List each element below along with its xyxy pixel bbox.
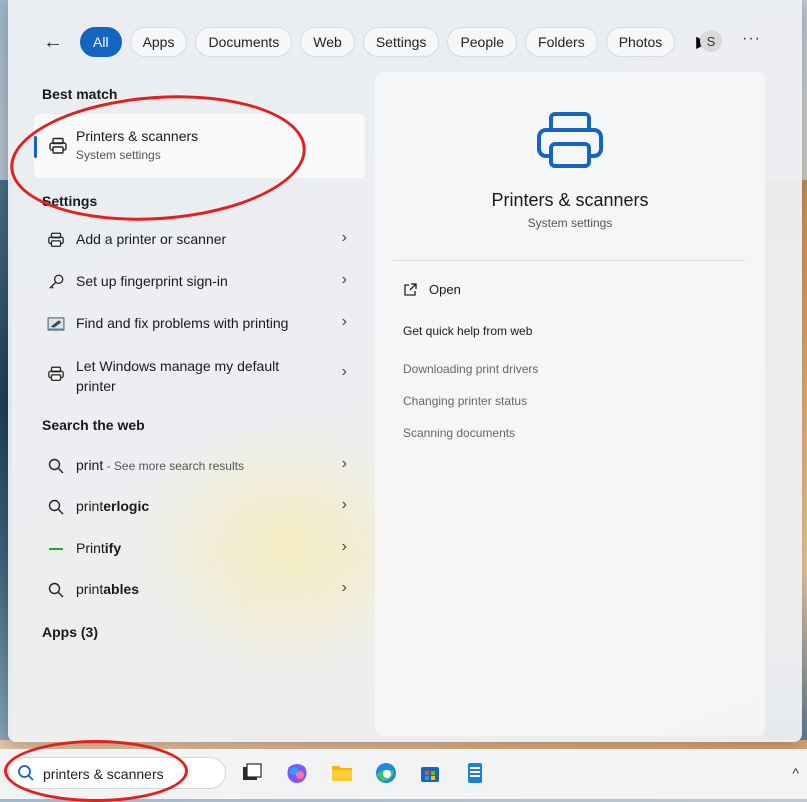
notepad-icon[interactable] bbox=[463, 761, 487, 785]
chevron-right-icon: › bbox=[341, 229, 347, 246]
filter-all[interactable]: All bbox=[80, 27, 122, 57]
show-hidden-icons-button[interactable]: ^ bbox=[792, 765, 799, 781]
web-result-print[interactable]: print - See more search results › bbox=[34, 446, 365, 486]
filter-photos[interactable]: Photos bbox=[605, 27, 676, 57]
printer-icon bbox=[47, 231, 65, 249]
settings-item-label: Set up fingerprint sign-in bbox=[76, 273, 228, 289]
settings-item-troubleshoot[interactable]: Find and fix problems with printing › bbox=[34, 304, 365, 344]
search-panel: ← All Apps Documents Web Settings People… bbox=[8, 0, 802, 742]
help-link[interactable]: Downloading print drivers bbox=[403, 362, 538, 376]
filter-folders[interactable]: Folders bbox=[525, 27, 598, 57]
web-result-label: Printify bbox=[76, 540, 122, 556]
web-result-label: printables bbox=[76, 581, 140, 597]
printer-icon bbox=[47, 365, 65, 383]
settings-heading: Settings bbox=[42, 193, 98, 209]
taskbar-search-box[interactable] bbox=[8, 757, 226, 789]
open-external-icon bbox=[404, 282, 417, 296]
chevron-right-icon: › bbox=[341, 538, 347, 555]
apps-heading[interactable]: Apps (3) bbox=[42, 624, 98, 640]
web-result-label: print - See more search results bbox=[76, 457, 244, 473]
web-result-printerlogic[interactable]: printerlogic › bbox=[34, 487, 365, 527]
settings-item-default-printer[interactable]: Let Windows manage my default printer › bbox=[34, 354, 365, 394]
more-options-button[interactable]: ··· bbox=[742, 30, 761, 48]
settings-item-label: Add a printer or scanner bbox=[76, 231, 227, 247]
search-icon bbox=[47, 581, 65, 599]
filter-web[interactable]: Web bbox=[300, 27, 355, 57]
open-label: Open bbox=[429, 282, 461, 297]
open-action[interactable]: Open bbox=[403, 282, 461, 297]
search-input[interactable] bbox=[41, 763, 215, 785]
user-avatar[interactable]: S bbox=[700, 30, 722, 52]
chevron-right-icon: › bbox=[341, 455, 347, 472]
help-link[interactable]: Scanning documents bbox=[403, 426, 515, 440]
best-match-heading: Best match bbox=[42, 86, 118, 102]
settings-item-label: Find and fix problems with printing bbox=[76, 315, 289, 331]
taskbar: ^ bbox=[0, 749, 807, 799]
edge-browser-icon[interactable] bbox=[374, 761, 398, 785]
task-view-icon[interactable] bbox=[240, 761, 264, 785]
file-explorer-icon[interactable] bbox=[330, 761, 354, 785]
web-result-label: printerlogic bbox=[76, 498, 150, 514]
filter-bar: ← All Apps Documents Web Settings People… bbox=[38, 26, 713, 58]
settings-item-label: Let Windows manage my default printer bbox=[76, 358, 280, 394]
printer-icon bbox=[48, 136, 68, 161]
chevron-right-icon: › bbox=[341, 313, 347, 330]
best-match-title: Printers & scanners bbox=[76, 128, 199, 144]
m365-copilot-icon[interactable] bbox=[285, 761, 309, 785]
filter-settings[interactable]: Settings bbox=[362, 27, 440, 57]
selection-indicator bbox=[34, 136, 37, 158]
search-web-heading: Search the web bbox=[42, 417, 145, 433]
back-button[interactable]: ← bbox=[38, 27, 68, 57]
filter-apps[interactable]: Apps bbox=[129, 27, 188, 57]
preview-subtitle: System settings bbox=[527, 216, 613, 230]
filter-documents[interactable]: Documents bbox=[195, 27, 293, 57]
web-result-printables[interactable]: printables › bbox=[34, 570, 365, 610]
best-match-subtitle: System settings bbox=[76, 148, 161, 162]
microsoft-store-icon[interactable] bbox=[418, 761, 442, 785]
chevron-right-icon: › bbox=[341, 496, 347, 513]
troubleshoot-icon bbox=[47, 315, 65, 333]
best-match-item[interactable]: Printers & scanners System settings bbox=[34, 114, 365, 178]
preview-title: Printers & scanners bbox=[491, 190, 649, 210]
filter-people[interactable]: People bbox=[447, 27, 518, 57]
settings-item-add-printer[interactable]: Add a printer or scanner › bbox=[34, 220, 365, 260]
web-result-printify[interactable]: Printify › bbox=[34, 529, 365, 569]
help-link[interactable]: Changing printer status bbox=[403, 394, 527, 408]
preview-pane: Printers & scanners System settings Open… bbox=[375, 72, 765, 736]
quick-help-heading: Get quick help from web bbox=[403, 324, 533, 338]
chevron-right-icon: › bbox=[341, 271, 347, 288]
search-icon bbox=[17, 764, 35, 787]
search-icon bbox=[47, 498, 65, 516]
search-icon bbox=[47, 457, 65, 475]
printer-icon bbox=[535, 110, 605, 175]
divider bbox=[393, 260, 745, 261]
printify-logo-icon bbox=[47, 540, 65, 558]
chevron-right-icon: › bbox=[341, 363, 347, 380]
settings-item-fingerprint[interactable]: Set up fingerprint sign-in › bbox=[34, 262, 365, 302]
chevron-right-icon: › bbox=[341, 579, 347, 596]
key-icon bbox=[47, 273, 65, 291]
